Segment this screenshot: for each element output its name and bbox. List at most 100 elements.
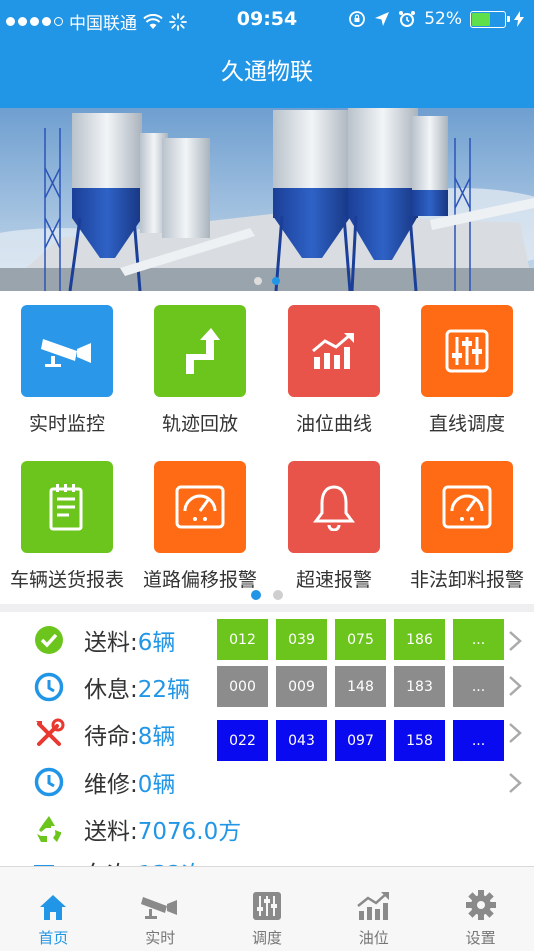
tile-icon-box (288, 305, 380, 397)
tab-realtime[interactable]: 实时 (107, 867, 214, 951)
sliders-icon (252, 892, 281, 920)
vehicle-cell-more[interactable]: ... (453, 666, 504, 707)
vehicle-cell[interactable]: 009 (276, 666, 327, 707)
tile-icon-box (21, 305, 113, 397)
status-value: 8辆 (137, 724, 176, 750)
tab-label: 调度 (251, 929, 282, 947)
status-row-delivering[interactable]: 送料: 6辆 (0, 618, 175, 662)
grid-dot-1[interactable] (251, 590, 261, 600)
tile-icon-box (21, 461, 113, 553)
tile-label: 油位曲线 (295, 413, 372, 435)
banner-page-indicator[interactable] (0, 277, 534, 285)
vehicle-cell[interactable]: 022 (217, 720, 268, 761)
tile-label: 超速报警 (295, 569, 372, 591)
nav-bar: 久通物联 (0, 40, 534, 108)
tab-label: 油位 (358, 929, 389, 947)
tile-track-replay[interactable]: 轨迹回放 (133, 305, 267, 436)
feature-grid: 实时监控 轨迹回放 油位曲线 直线调度 车辆送货报表 道路偏移报警 超速报警 非… (0, 291, 534, 604)
sliders-icon (445, 329, 489, 373)
status-row-standby[interactable]: 待命: 8辆 (0, 712, 175, 756)
banner-carousel[interactable] (0, 108, 534, 291)
status-value: 0辆 (137, 772, 176, 798)
check-circle-icon (32, 623, 66, 657)
vehicle-cell[interactable]: 000 (217, 666, 268, 707)
chevron-right-icon[interactable] (508, 722, 522, 744)
banner-image (0, 108, 534, 291)
gauge-icon (442, 485, 492, 529)
clock-icon (32, 670, 66, 704)
status-value: 6辆 (137, 630, 176, 656)
tile-delivery-report[interactable]: 车辆送货报表 (0, 461, 134, 592)
vehicle-cell[interactable]: 039 (276, 619, 327, 660)
status-value: 22辆 (137, 677, 191, 703)
tile-illegal-unload-alarm[interactable]: 非法卸料报警 (400, 461, 534, 592)
tile-route-deviation-alarm[interactable]: 道路偏移报警 (133, 461, 267, 592)
tab-settings[interactable]: 设置 (427, 867, 534, 951)
battery-percent: 52% (424, 9, 462, 29)
tile-icon-box (421, 461, 513, 553)
status-name: 送料: (84, 819, 138, 845)
vehicle-cell[interactable]: 043 (276, 720, 327, 761)
location-arrow-icon (375, 12, 390, 26)
tile-oil-curve[interactable]: 油位曲线 (267, 305, 401, 436)
status-name: 送料: (84, 630, 138, 656)
vehicle-cell-more[interactable]: ... (453, 619, 504, 660)
tile-label: 直线调度 (428, 413, 505, 435)
clock-icon (32, 765, 66, 799)
status-row-resting[interactable]: 休息: 22辆 (0, 665, 190, 709)
status-bar: 中国联通 09:54 52% (0, 0, 534, 40)
bell-icon (313, 485, 355, 531)
status-row-volume: 送料: 7076.0方 (0, 807, 241, 851)
status-name: 待命: (84, 724, 138, 750)
chevron-right-icon[interactable] (508, 772, 522, 794)
alarm-icon (399, 11, 416, 27)
tile-direct-dispatch[interactable]: 直线调度 (400, 305, 534, 436)
tab-dispatch[interactable]: 调度 (214, 867, 321, 951)
grid-dot-2[interactable] (273, 590, 283, 600)
tile-label: 实时监控 (28, 413, 105, 435)
battery-icon (470, 10, 510, 28)
status-row-repair[interactable]: 维修: 0辆 (0, 760, 175, 804)
chevron-right-icon[interactable] (508, 630, 522, 652)
grid-page-indicator[interactable] (0, 590, 534, 600)
tab-home[interactable]: 首页 (0, 867, 107, 951)
page-title: 久通物联 (221, 59, 313, 85)
vehicle-cell[interactable]: 183 (394, 666, 445, 707)
banner-dot-1[interactable] (254, 277, 262, 285)
vehicle-cell[interactable]: 012 (217, 619, 268, 660)
vehicle-cell[interactable]: 075 (335, 619, 386, 660)
report-icon (49, 484, 83, 531)
fleet-status-panel: 送料: 6辆 012 039 075 186 ... 休息: 22辆 000 0… (0, 612, 534, 868)
status-name: 维修: (84, 772, 138, 798)
tile-icon-box (154, 461, 246, 553)
tile-realtime-monitor[interactable]: 实时监控 (0, 305, 134, 436)
vehicle-cell[interactable]: 158 (394, 720, 445, 761)
vehicle-cells-resting: 000 009 148 183 ... (217, 666, 504, 707)
gear-icon (465, 890, 496, 920)
tile-speeding-alarm[interactable]: 超速报警 (267, 461, 401, 592)
vehicle-cell-more[interactable]: ... (453, 720, 504, 761)
camera-icon (141, 897, 178, 919)
recycle-icon (32, 812, 66, 846)
banner-dot-2[interactable] (272, 277, 280, 285)
vehicle-cells-delivering: 012 039 075 186 ... (217, 619, 504, 660)
chart-up-icon (312, 333, 354, 369)
tab-label: 设置 (465, 929, 496, 947)
section-divider (0, 604, 534, 612)
home-icon (40, 895, 67, 920)
tile-icon-box (421, 305, 513, 397)
tile-label: 车辆送货报表 (9, 569, 124, 591)
camera-icon (41, 339, 91, 367)
tab-oil-level[interactable]: 油位 (320, 867, 427, 951)
status-value: 7076.0方 (137, 819, 242, 845)
tile-label: 轨迹回放 (161, 413, 238, 435)
tile-icon-box (154, 305, 246, 397)
tab-label: 实时 (145, 929, 176, 947)
vehicle-cell[interactable]: 097 (335, 720, 386, 761)
chart-up-icon (357, 892, 389, 920)
chevron-right-icon[interactable] (508, 675, 522, 697)
vehicle-cell[interactable]: 186 (394, 619, 445, 660)
vehicle-cell[interactable]: 148 (335, 666, 386, 707)
tab-bar: 首页 实时 调度 油位 设置 (0, 866, 534, 951)
tab-label: 首页 (38, 929, 69, 947)
